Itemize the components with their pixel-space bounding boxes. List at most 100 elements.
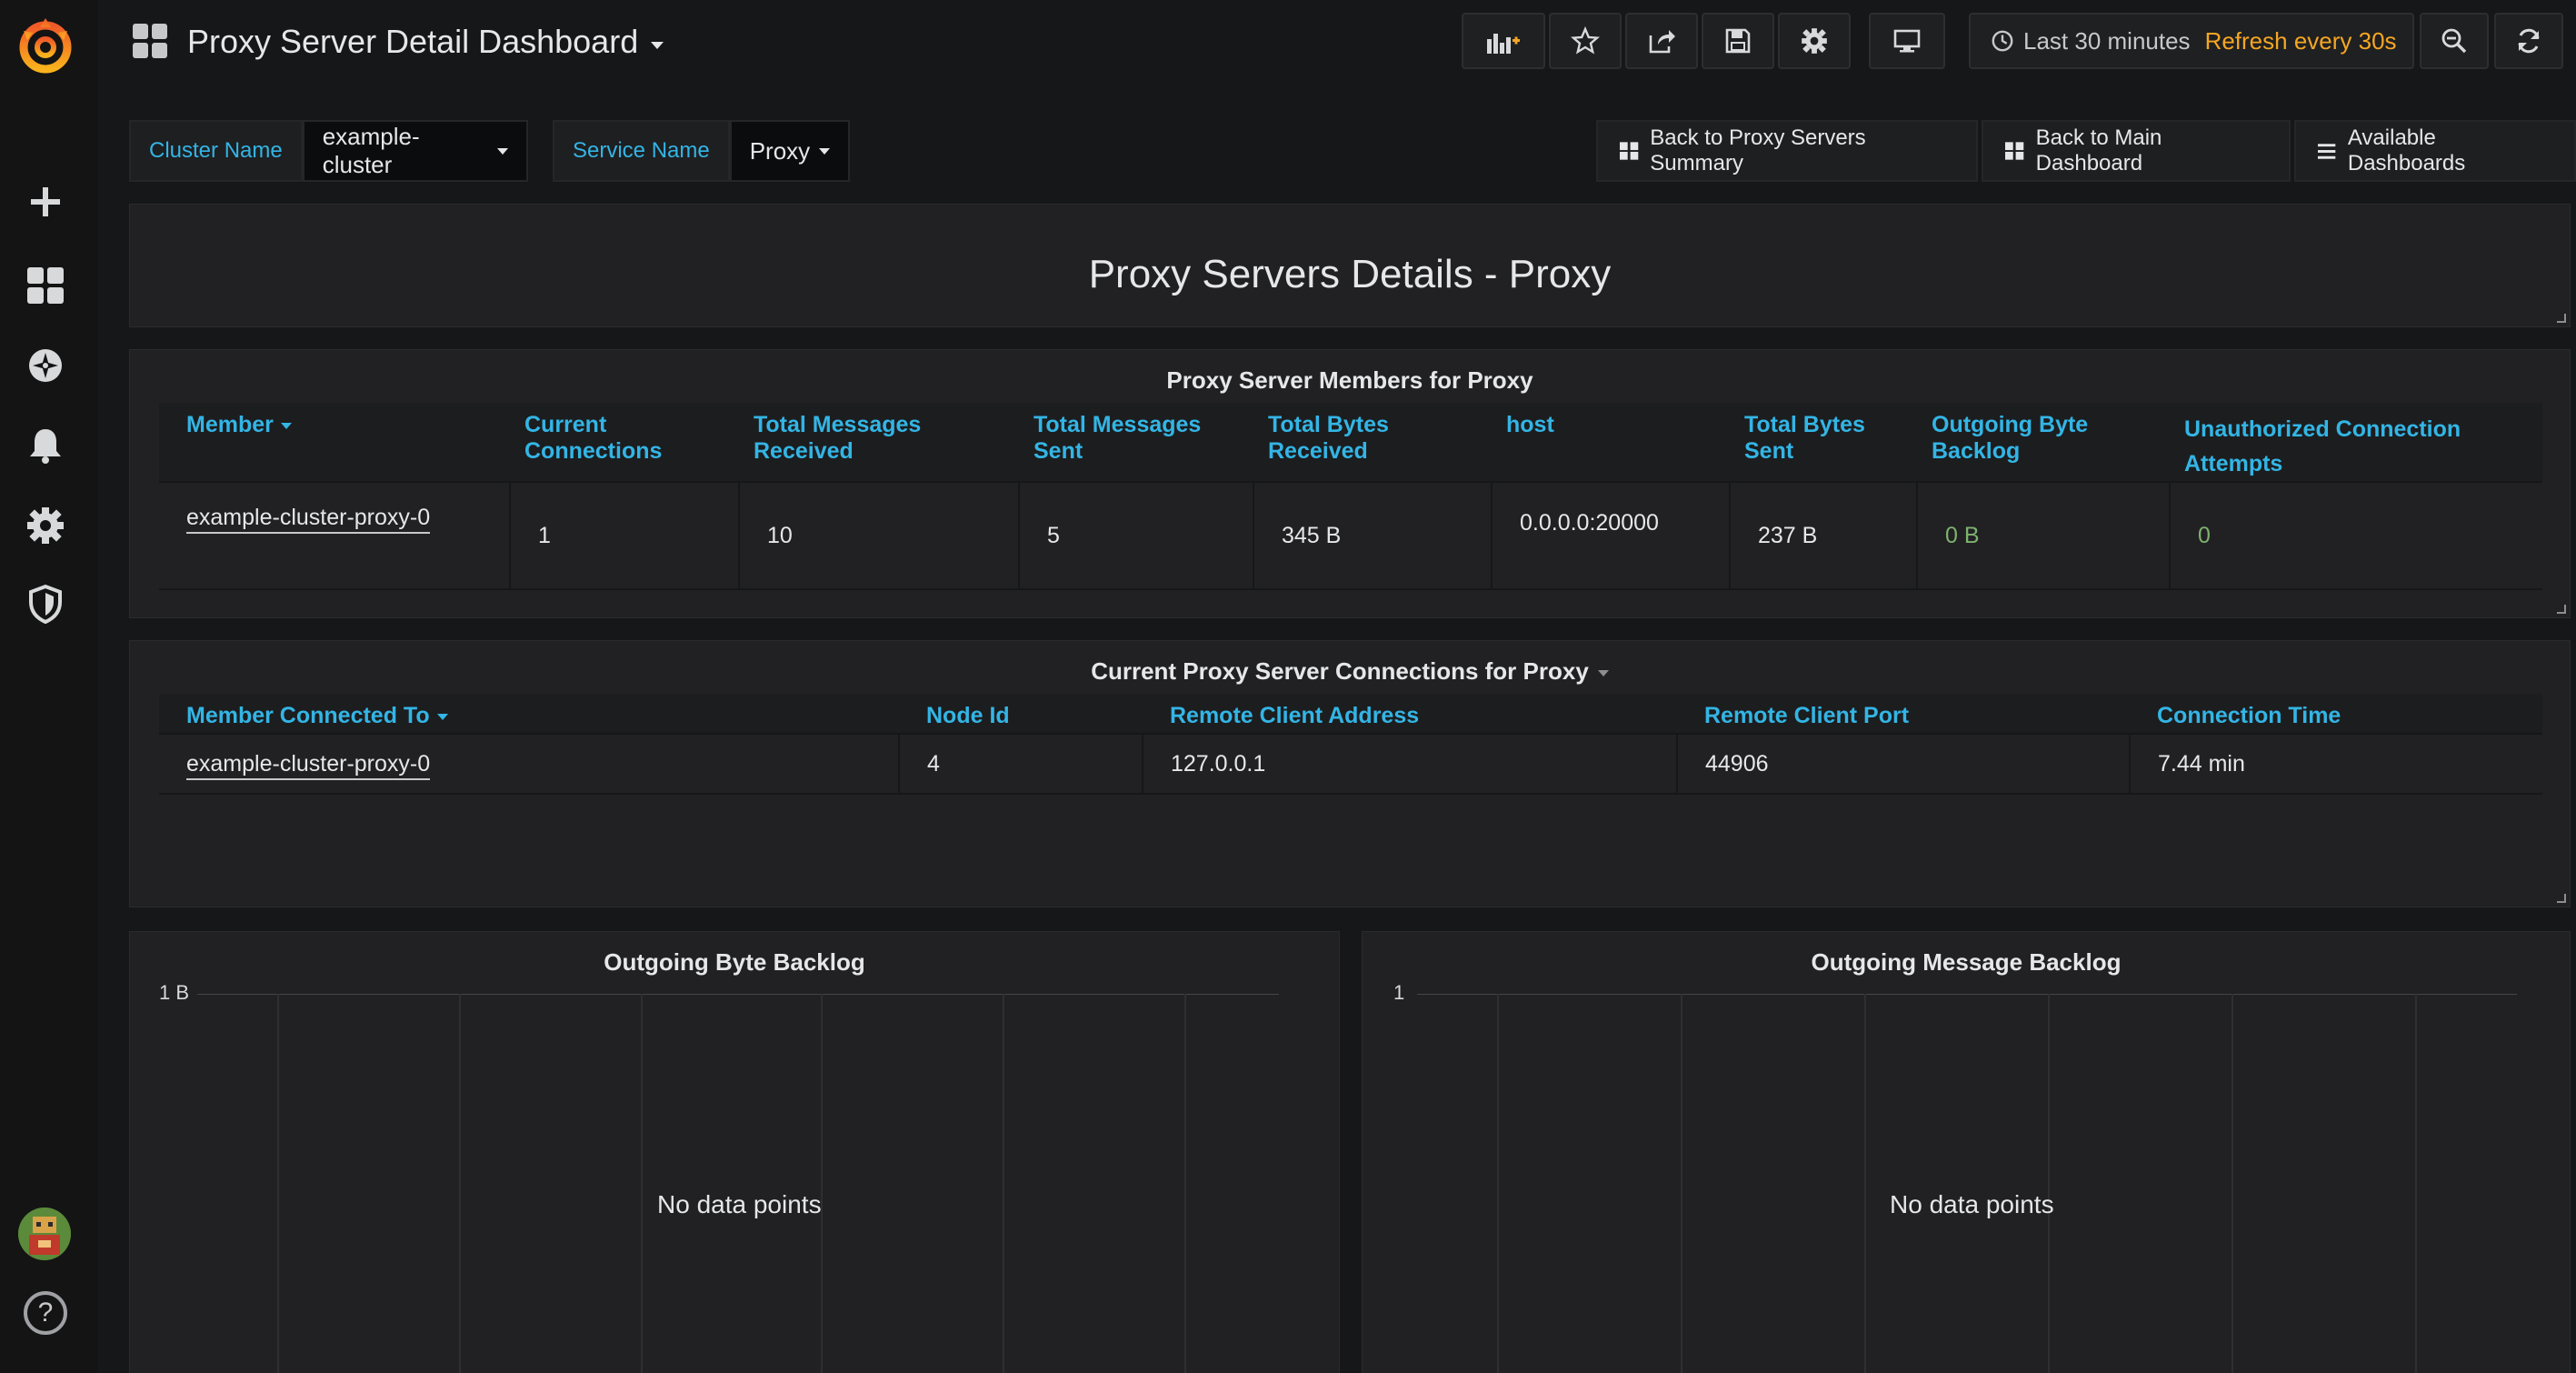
link-main-dashboard[interactable]: Back to Main Dashboard bbox=[1982, 120, 2291, 182]
table-header: Member Current Connections Total Message… bbox=[159, 403, 2542, 482]
refresh-icon bbox=[2518, 28, 2540, 54]
member-link[interactable]: example-cluster-proxy-0 bbox=[159, 482, 510, 589]
panel-title[interactable]: Proxy Server Members for Proxy bbox=[130, 366, 2570, 395]
add-panel-button[interactable] bbox=[1462, 13, 1545, 69]
members-table-panel: Proxy Server Members for Proxy Member Cu… bbox=[129, 349, 2571, 618]
time-picker[interactable]: Last 30 minutes Refresh every 30s bbox=[1969, 13, 2414, 69]
help-icon[interactable]: ? bbox=[24, 1291, 67, 1335]
dashboard-links: Back to Proxy Servers Summary Back to Ma… bbox=[1593, 120, 2576, 182]
gridline bbox=[1864, 994, 1866, 1373]
column-header[interactable]: Unauthorized Connection Attempts bbox=[2170, 403, 2542, 482]
outgoing-byte-backlog-panel: Outgoing Byte Backlog 1 B No data points bbox=[129, 931, 1340, 1373]
table-cell: 10 bbox=[738, 482, 1019, 589]
resize-handle[interactable] bbox=[2557, 894, 2566, 903]
save-icon bbox=[1725, 28, 1751, 54]
table-cell: 0.0.0.0:20000 bbox=[1491, 482, 1730, 589]
settings-button[interactable] bbox=[1778, 13, 1851, 69]
gridline bbox=[641, 994, 643, 1373]
link-label: Back to Main Dashboard bbox=[2035, 125, 2162, 175]
column-header[interactable]: Member Connected To bbox=[159, 694, 899, 734]
column-header[interactable]: host bbox=[1492, 403, 1730, 482]
share-button[interactable] bbox=[1625, 13, 1698, 69]
gridline bbox=[277, 994, 279, 1373]
service-name-select[interactable]: Proxy bbox=[729, 120, 851, 182]
page-title: Proxy Server Detail Dashboard bbox=[187, 23, 639, 60]
column-header[interactable]: Connection Time bbox=[2130, 694, 2542, 734]
resize-handle[interactable] bbox=[2557, 314, 2566, 323]
dashboard-grid-icon bbox=[2005, 142, 2024, 160]
configuration-gear-icon[interactable] bbox=[20, 500, 71, 551]
variable-value: Proxy bbox=[749, 136, 811, 165]
column-header[interactable]: Current Connections bbox=[510, 403, 739, 482]
gridline bbox=[1417, 994, 2517, 995]
variable-service-name: Service Name Proxy bbox=[553, 120, 851, 182]
gear-icon bbox=[1802, 28, 1827, 54]
resize-handle[interactable] bbox=[2557, 605, 2566, 614]
outgoing-message-backlog-panel: Outgoing Message Backlog 1 No data point… bbox=[1362, 931, 2571, 1373]
dashboards-icon[interactable] bbox=[20, 260, 71, 311]
column-header[interactable]: Total Messages Received bbox=[739, 403, 1019, 482]
column-header[interactable]: Total Bytes Received bbox=[1253, 403, 1492, 482]
gridline bbox=[821, 994, 823, 1373]
grafana-logo-icon[interactable] bbox=[13, 13, 78, 78]
panel-title[interactable]: Outgoing Byte Backlog bbox=[130, 948, 1339, 977]
text-panel: Proxy Servers Details - Proxy bbox=[129, 204, 2571, 327]
explore-icon[interactable] bbox=[20, 340, 71, 391]
table-cell: 237 B bbox=[1729, 482, 1917, 589]
refresh-interval-label: Refresh every 30s bbox=[2204, 26, 2397, 55]
dashboard-grid-icon bbox=[133, 24, 167, 58]
alerting-bell-icon[interactable] bbox=[20, 420, 71, 471]
column-header[interactable]: Remote Client Address bbox=[1143, 694, 1677, 734]
dashboard-title[interactable]: Proxy Server Detail Dashboard bbox=[133, 20, 664, 64]
sort-desc-icon bbox=[436, 713, 448, 720]
save-button[interactable] bbox=[1702, 13, 1774, 69]
sort-desc-icon bbox=[280, 422, 292, 429]
table-cell: 44906 bbox=[1676, 734, 2130, 794]
link-label: Back to Proxy Servers Summary bbox=[1650, 125, 1866, 175]
gridline bbox=[1003, 994, 1004, 1373]
user-avatar[interactable] bbox=[18, 1208, 71, 1260]
server-admin-shield-icon[interactable] bbox=[20, 578, 71, 629]
refresh-button[interactable] bbox=[2494, 13, 2563, 69]
create-icon[interactable] bbox=[20, 176, 71, 227]
add-panel-icon bbox=[1487, 34, 1520, 54]
gridline bbox=[459, 994, 461, 1373]
star-button[interactable] bbox=[1549, 13, 1622, 69]
zoom-out-button[interactable] bbox=[2420, 13, 2489, 69]
variable-label: Service Name bbox=[553, 120, 730, 182]
link-available-dashboards[interactable]: Available Dashboards bbox=[2293, 120, 2576, 182]
time-range-label: Last 30 minutes bbox=[2023, 26, 2191, 55]
members-table: Member Current Connections Total Message… bbox=[159, 403, 2542, 590]
y-axis-max-label: 1 bbox=[1393, 981, 1405, 1004]
panel-title[interactable]: Outgoing Message Backlog bbox=[1363, 948, 2570, 977]
view-mode-button[interactable] bbox=[1869, 13, 1945, 69]
connections-table: Member Connected To Node Id Remote Clien… bbox=[159, 694, 2542, 795]
column-header[interactable]: Remote Client Port bbox=[1677, 694, 2130, 734]
gridline bbox=[1184, 994, 1186, 1373]
cluster-name-select[interactable]: example-cluster bbox=[302, 120, 528, 182]
variable-label: Cluster Name bbox=[129, 120, 303, 182]
link-proxy-servers-summary[interactable]: Back to Proxy Servers Summary bbox=[1596, 120, 1979, 182]
table-cell: 345 B bbox=[1253, 482, 1492, 589]
panel-heading: Proxy Servers Details - Proxy bbox=[1088, 252, 1612, 296]
column-header[interactable]: Total Bytes Sent bbox=[1730, 403, 1917, 482]
column-header[interactable]: Outgoing Byte Backlog bbox=[1917, 403, 2170, 482]
gridline bbox=[2048, 994, 2050, 1373]
link-label: Available Dashboards bbox=[2347, 125, 2466, 175]
gridline bbox=[1497, 994, 1499, 1373]
connections-table-panel: Current Proxy Server Connections for Pro… bbox=[129, 640, 2571, 907]
panel-title[interactable]: Current Proxy Server Connections for Pro… bbox=[130, 657, 2570, 686]
share-icon bbox=[1649, 30, 1675, 54]
table-cell: 127.0.0.1 bbox=[1142, 734, 1677, 794]
gridline bbox=[2415, 994, 2417, 1373]
column-header[interactable]: Node Id bbox=[899, 694, 1143, 734]
variable-value: example-cluster bbox=[322, 123, 420, 178]
no-data-message: No data points bbox=[657, 1190, 822, 1218]
table-cell: 0 bbox=[2169, 482, 2542, 589]
sidebar: ? bbox=[0, 0, 98, 1373]
column-header[interactable]: Total Messages Sent bbox=[1019, 403, 1253, 482]
variable-cluster-name: Cluster Name example-cluster bbox=[129, 120, 528, 182]
member-link[interactable]: example-cluster-proxy-0 bbox=[159, 734, 899, 794]
clock-icon bbox=[1992, 30, 2013, 52]
column-header[interactable]: Member bbox=[159, 403, 510, 482]
